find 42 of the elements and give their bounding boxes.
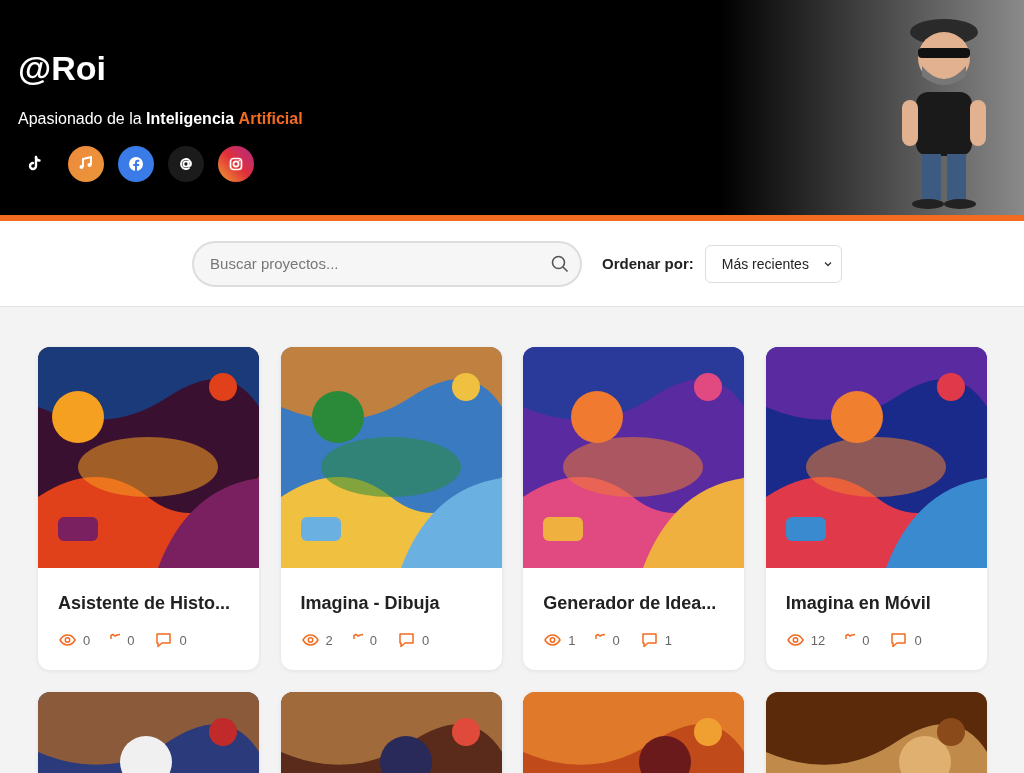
view-count: 0	[83, 632, 91, 648]
comment-count: 1	[664, 632, 672, 648]
corner-icon	[352, 632, 364, 640]
music-note-icon[interactable]	[68, 146, 104, 182]
profile-bio: Apasionado de la Inteligencia Artificial	[18, 110, 303, 128]
project-card[interactable]: Asistente de Histo... 0 0 0	[38, 347, 259, 670]
eye-icon	[543, 631, 563, 649]
comment-icon	[889, 631, 909, 649]
comment-icon	[639, 631, 659, 649]
corner-icon	[110, 632, 122, 640]
like-count: 0	[612, 632, 620, 648]
corner-icon	[595, 632, 607, 640]
project-title[interactable]: Imagina en Móvil	[765, 568, 987, 614]
search-icon[interactable]	[550, 253, 571, 274]
instagram-icon[interactable]	[218, 146, 254, 182]
view-count: 2	[325, 632, 333, 648]
facebook-icon[interactable]	[118, 146, 154, 182]
project-card[interactable]: Generador de Idea... 1 0 1	[523, 347, 745, 670]
project-card[interactable]: Imagina - Dibuja 2 0 0	[280, 347, 502, 670]
eye-icon	[300, 631, 320, 649]
search-field[interactable]: Buscar proyectos...	[192, 240, 583, 287]
project-title[interactable]: Asistente de Histo...	[38, 568, 259, 614]
comment-icon	[154, 631, 174, 649]
project-card[interactable]: Imagina en Móvil 12 0 0	[765, 347, 987, 670]
eye-icon	[58, 631, 77, 649]
comment-count: 0	[422, 632, 430, 648]
view-count: 1	[568, 632, 576, 648]
profile-handle: @Roi	[18, 48, 106, 88]
project-title[interactable]: Imagina - Dibuja	[280, 568, 502, 614]
like-count: 0	[369, 632, 378, 648]
project-title[interactable]: Generador de Idea...	[523, 568, 745, 614]
view-count: 12	[810, 632, 826, 648]
at-sign-icon[interactable]	[168, 146, 204, 182]
comment-count: 0	[914, 632, 922, 648]
sort-label: Ordenar por:	[602, 255, 694, 272]
eye-icon	[785, 631, 805, 649]
like-count: 0	[862, 632, 870, 648]
comment-icon	[397, 631, 417, 649]
comment-count: 0	[179, 632, 187, 648]
like-count: 0	[127, 632, 135, 648]
corner-icon	[845, 632, 857, 640]
sort-dropdown[interactable]: Más recientes	[704, 244, 842, 283]
